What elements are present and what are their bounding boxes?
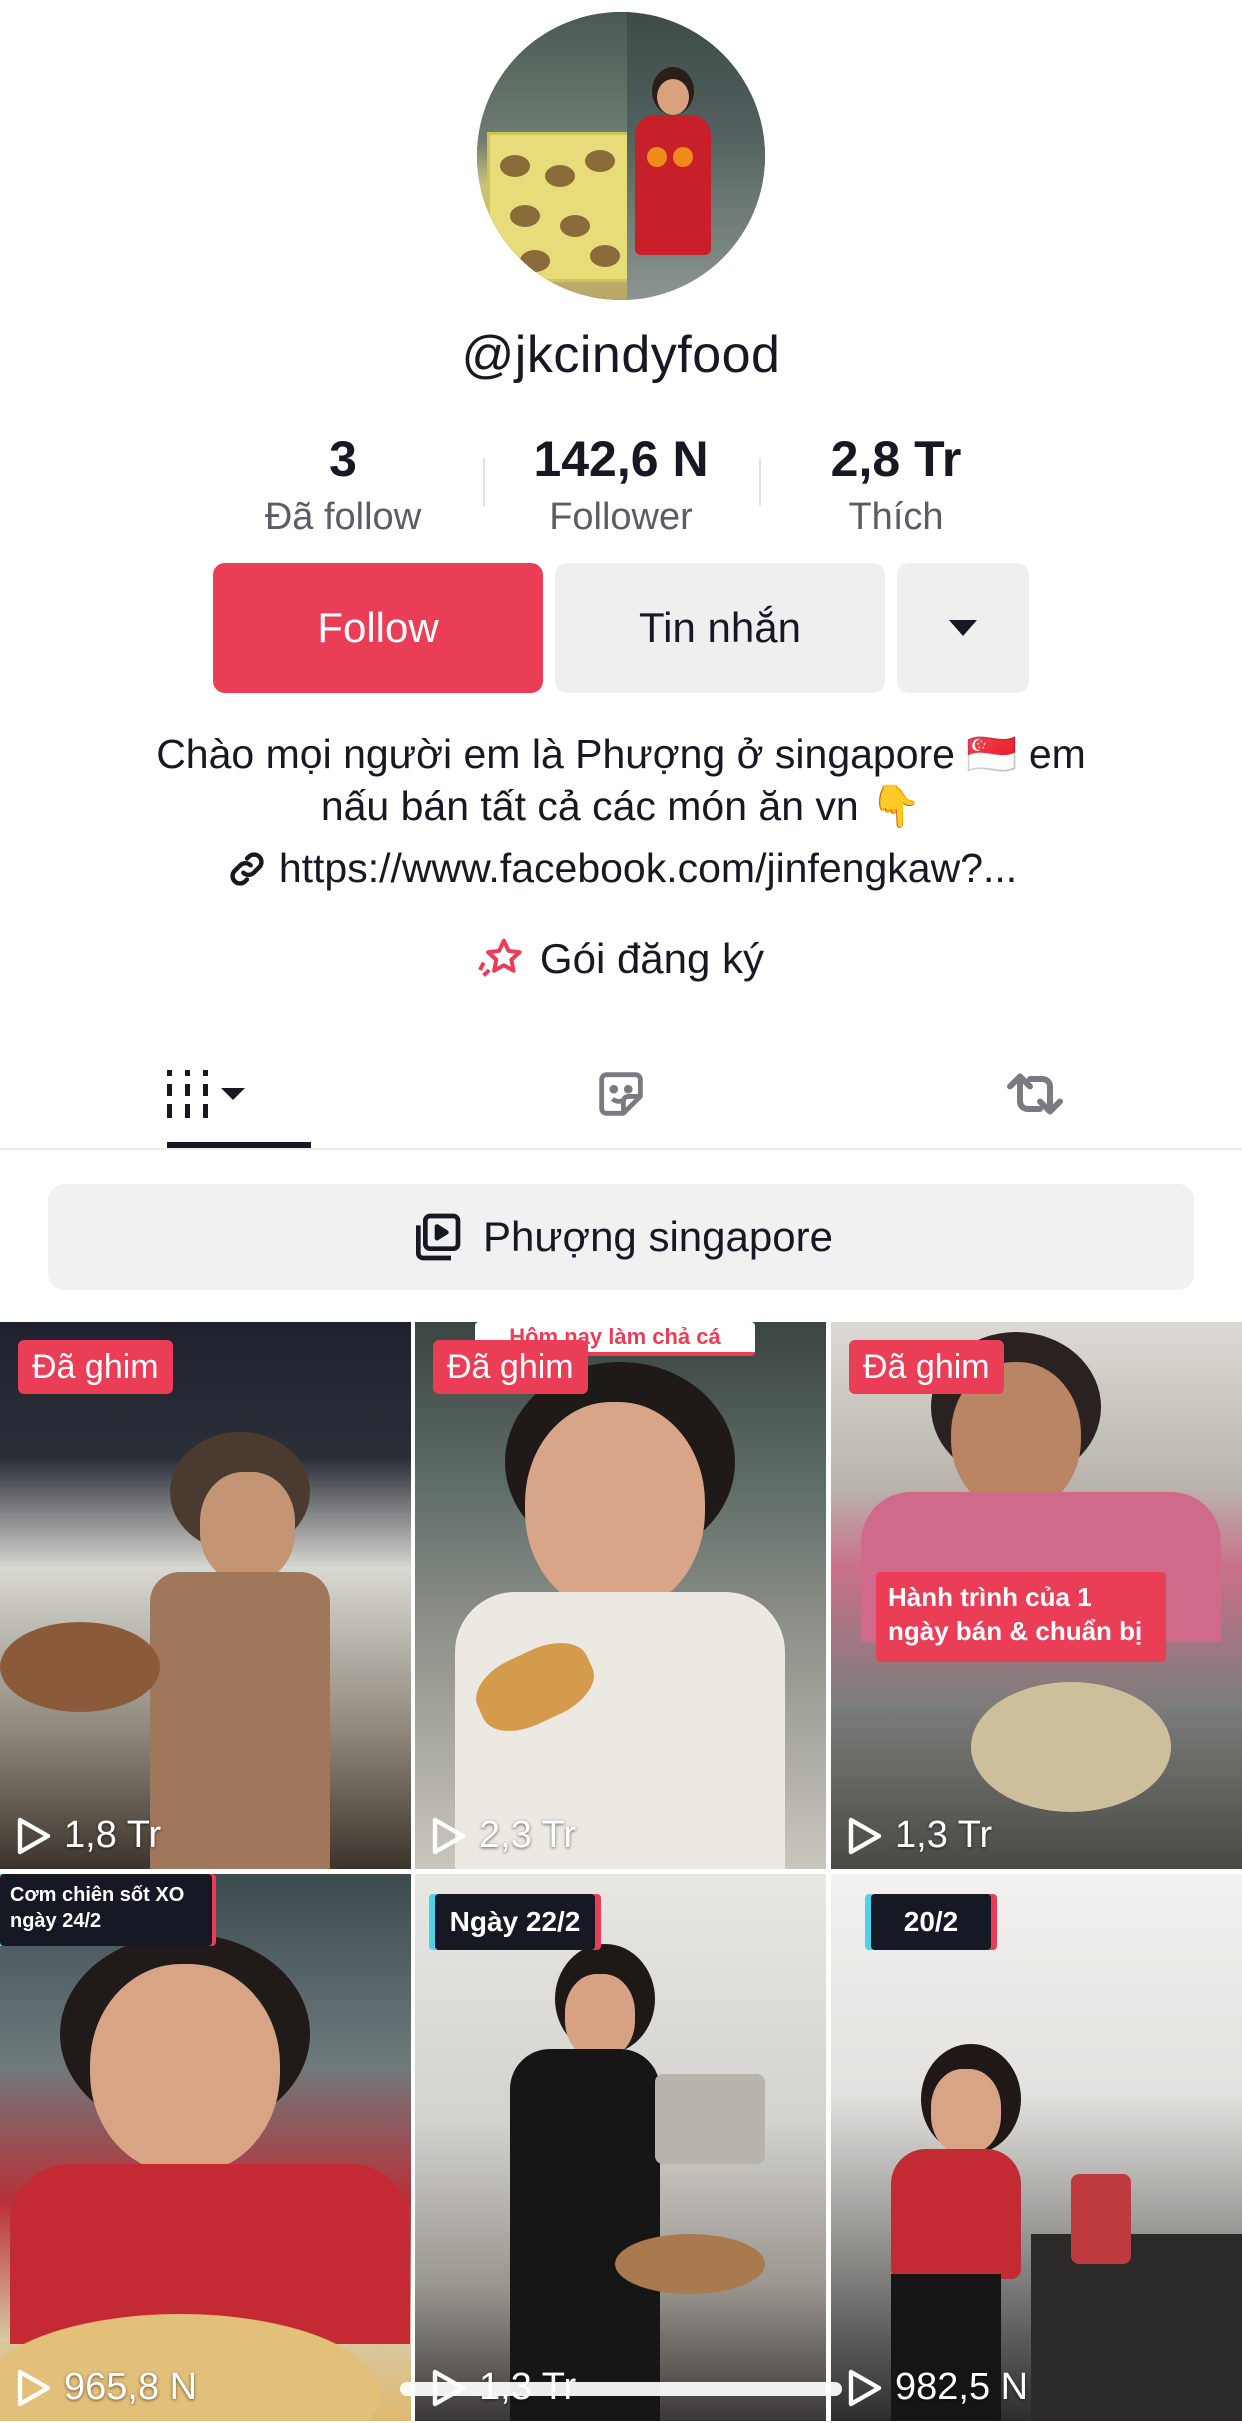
view-count: 982,5 N	[847, 2366, 1028, 2409]
profile-tabs	[0, 1040, 1242, 1150]
video-tile[interactable]: Cơm chiên sốt XO ngày 24/2 965,8 N	[0, 1874, 411, 2421]
likes-label: Thích	[848, 496, 944, 538]
view-count: 2,3 Tr	[431, 1814, 576, 1857]
view-count-text: 965,8 N	[64, 2366, 198, 2408]
play-icon	[848, 1817, 882, 1854]
more-options-button[interactable]	[897, 563, 1029, 693]
playlist-label: Phượng singapore	[483, 1213, 833, 1260]
tab-videos[interactable]	[0, 1040, 414, 1148]
bio-line-2: nấu bán tất cả các món ăn vn 👇	[320, 783, 922, 829]
video-grid: Đã ghim 1,8 Tr Hôm nay làm chả cá Đã ghi…	[0, 1322, 1242, 2423]
video-caption: Ngày 22/2	[435, 1894, 595, 1950]
video-caption: 20/2	[871, 1894, 991, 1950]
username: @jkcindyfood	[461, 326, 781, 384]
stat-followers[interactable]: 142,6 N Follower	[491, 430, 751, 539]
active-tab-indicator	[167, 1142, 311, 1148]
subscription-label: Gói đăng ký	[539, 935, 765, 982]
profile-link[interactable]: https://www.facebook.com/jinfengkaw?...	[0, 845, 1242, 892]
pinned-badge: Đã ghim	[18, 1340, 173, 1394]
video-caption: Hành trình của 1 ngày bán & chuẩn bị	[876, 1572, 1166, 1662]
playlist-button[interactable]: Phượng singapore	[48, 1184, 1194, 1290]
chevron-down-icon	[949, 620, 977, 636]
followers-count: 142,6 N	[533, 431, 709, 487]
pinned-badge: Đã ghim	[433, 1340, 588, 1394]
follow-button[interactable]: Follow	[213, 563, 543, 693]
bio: Chào mọi người em là Phượng ở singapore …	[0, 728, 1242, 832]
view-count: 1,3 Tr	[847, 1814, 992, 1857]
followers-label: Follower	[549, 496, 693, 538]
star-badge-icon	[478, 938, 522, 977]
video-tile[interactable]: Hôm nay làm chả cá Đã ghim 2,3 Tr	[415, 1322, 826, 1869]
link-icon	[230, 851, 264, 886]
grid-icon	[167, 1070, 245, 1118]
video-tile[interactable]: Hành trình của 1 ngày bán & chuẩn bị Đã …	[831, 1322, 1242, 1869]
tab-reposts[interactable]	[828, 1040, 1242, 1148]
message-button[interactable]: Tin nhắn	[555, 563, 885, 693]
view-count-text: 982,5 N	[895, 2366, 1029, 2408]
playlist-icon	[416, 1213, 461, 1261]
view-count-text: 1,8 Tr	[64, 1814, 162, 1856]
repost-icon	[1007, 1073, 1063, 1115]
video-caption: Cơm chiên sốt XO ngày 24/2	[0, 1874, 212, 1946]
play-icon	[848, 2369, 882, 2406]
likes-count: 2,8 Tr	[830, 431, 962, 487]
play-icon	[17, 1817, 51, 1854]
video-tile[interactable]: 20/2 982,5 N	[831, 1874, 1242, 2421]
following-count: 3	[329, 431, 357, 487]
subscription-link[interactable]: Gói đăng ký	[0, 935, 1242, 983]
profile-avatar[interactable]	[477, 12, 765, 300]
stat-divider	[483, 458, 485, 506]
home-indicator[interactable]	[400, 2382, 842, 2396]
following-label: Đã follow	[264, 496, 422, 538]
sticker-icon	[599, 1072, 643, 1116]
view-count-text: 2,3 Tr	[479, 1814, 577, 1856]
stat-following[interactable]: 3 Đã follow	[213, 430, 473, 539]
play-icon	[432, 1817, 466, 1854]
link-text: https://www.facebook.com/jinfengkaw?...	[278, 845, 1018, 891]
bio-line-1: Chào mọi người em là Phượng ở singapore …	[156, 731, 1086, 777]
video-tile[interactable]: Đã ghim 1,8 Tr	[0, 1322, 411, 1869]
play-icon	[17, 2369, 51, 2406]
pinned-badge: Đã ghim	[849, 1340, 1004, 1394]
view-count: 1,8 Tr	[16, 1814, 161, 1857]
tab-stickers[interactable]	[414, 1040, 828, 1148]
view-count: 965,8 N	[16, 2366, 197, 2409]
stat-likes[interactable]: 2,8 Tr Thích	[766, 430, 1026, 539]
stat-divider	[759, 458, 761, 506]
video-tile[interactable]: Ngày 22/2 1,3 Tr	[415, 1874, 826, 2421]
view-count-text: 1,3 Tr	[895, 1814, 993, 1856]
